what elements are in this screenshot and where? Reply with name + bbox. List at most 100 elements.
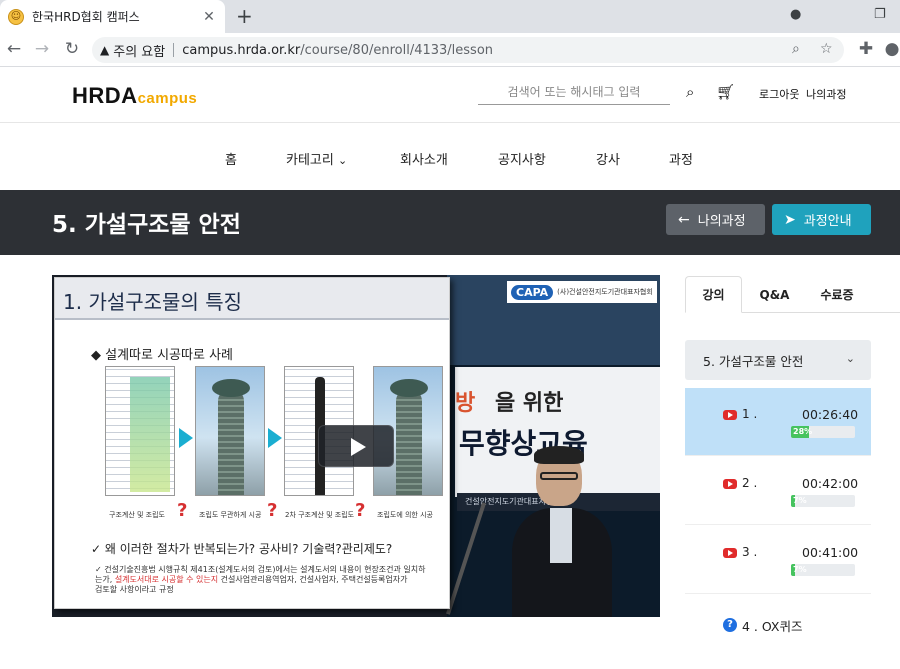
question-mark-icon: ? [177, 500, 188, 521]
lesson-progress-label: 7% [793, 565, 807, 574]
chevron-down-icon: ⌄ [337, 154, 348, 167]
omnibox-divider [173, 43, 175, 57]
browser-tabbar: ☺ 한국HRD협회 캠퍼스 ✕ + ● ❐ [0, 0, 900, 33]
paper-plane-icon: ➤ [784, 211, 796, 228]
lesson-duration: 00:41:00 [802, 545, 859, 560]
my-courses-link[interactable]: 나의과정 [806, 86, 846, 102]
lesson-number: 2 . [742, 476, 758, 490]
main-nav: 홈 카테고리 ⌄ 회사소개 공지사항 강사 과정 [0, 124, 900, 190]
lesson-progress: 28% [791, 426, 855, 438]
caption-1: 구조계산 및 조립도 [109, 511, 165, 519]
profile-dropdown-icon[interactable]: ● [790, 7, 801, 22]
chapter-accordion[interactable]: 5. 가설구조물 안전 ⌄ [685, 340, 871, 380]
tower-top-shape [212, 379, 250, 397]
presenter-shirt [550, 508, 572, 563]
warning-icon[interactable]: ▲ [100, 43, 109, 57]
lesson-duration: 00:42:00 [802, 476, 859, 491]
tower-top-shape [390, 379, 428, 397]
capa-logo: CAPA (사)건설안전지도기관대표자협회 [507, 281, 657, 303]
cart-icon[interactable]: 🛒︎ [716, 83, 735, 101]
presenter [512, 446, 612, 617]
close-icon[interactable]: ✕ [201, 9, 217, 25]
caption-3: 2차 구조계산 및 조립도 [285, 511, 355, 519]
tab-qna[interactable]: Q&A [747, 276, 802, 313]
lesson-item-3[interactable]: 3 . 00:41:00 7% [685, 526, 871, 594]
question-mark-icon: ? [355, 500, 366, 521]
logout-link[interactable]: 로그아웃 [759, 86, 799, 102]
url-host[interactable]: campus.hrda.or.kr [182, 43, 300, 58]
banner-dark-text: 을 위한 [495, 391, 564, 416]
forward-icon[interactable]: → [32, 39, 52, 59]
address-bar: ← → ↻ ▲ 주의 요함 campus.hrda.or.kr /course/… [0, 33, 900, 67]
lesson-progress: 7% [791, 495, 855, 507]
caption-2: 조립도 무관하게 시공 [199, 511, 262, 519]
presenter-hair [534, 446, 584, 464]
nav-category-label: 카테고리 [286, 153, 334, 168]
capa-text: (사)건설안전지도기관대표자협회 [557, 288, 653, 296]
extensions-icon[interactable]: ✚ [856, 39, 876, 59]
nav-category[interactable]: 카테고리 ⌄ [286, 149, 347, 168]
slide-subtitle: ◆ 설계따로 시공따로 사례 [91, 348, 233, 363]
site-header: HRDAcampus ⌕ 🛒︎ 로그아웃 나의과정 [0, 67, 900, 123]
arrow-left-icon: ← [678, 211, 690, 228]
slide-header: 1. 가설구조물의 특징 [55, 278, 449, 320]
lesson-item-1[interactable]: 1 . 00:26:40 28% [685, 388, 871, 456]
tab-certificate[interactable]: 수료증 [805, 276, 869, 313]
new-tab-icon[interactable]: + [236, 5, 253, 27]
restore-window-icon[interactable]: ❐ [874, 7, 886, 22]
bullet-2-post: 건설사업관리용역업자, 건설사업자, 주택건설등록업자가 [218, 575, 408, 584]
favicon-icon: ☺ [8, 8, 24, 25]
tower-shape [396, 389, 422, 495]
arrow-right-icon [179, 428, 193, 448]
course-title: 5. 가설구조물 안전 [52, 212, 241, 238]
url-path[interactable]: /course/80/enroll/4133/lesson [300, 43, 493, 58]
chevron-down-icon: ⌄ [845, 352, 855, 365]
tab-lectures[interactable]: 강의 [685, 276, 742, 313]
my-courses-button-label: 나의과정 [697, 214, 746, 229]
nav-courses[interactable]: 과정 [669, 149, 693, 168]
lesson-item-2[interactable]: 2 . 00:42:00 7% [685, 457, 871, 525]
reload-icon[interactable]: ↻ [62, 39, 82, 59]
course-info-button-label: 과정안내 [803, 214, 852, 229]
quiz-number: 4 . [742, 619, 758, 634]
my-courses-button[interactable]: ← 나의과정 [666, 204, 765, 235]
search-icon[interactable]: ⌕ [686, 83, 694, 101]
nav-home[interactable]: 홈 [225, 149, 237, 168]
video-player[interactable]: 방 을 위한 무향상교육 CAPA (사)건설안전지도기관대표자협회 건설안전지… [52, 275, 660, 617]
nav-instructor[interactable]: 강사 [596, 149, 620, 168]
logo-main: HRDA [72, 83, 138, 108]
bullet-2-pre: 는가, [95, 575, 115, 584]
nav-about[interactable]: 회사소개 [400, 149, 448, 168]
lesson-progress-label: 28% [793, 427, 813, 436]
course-info-button[interactable]: ➤ 과정안내 [772, 204, 871, 235]
course-title-band: 5. 가설구조물 안전 ← 나의과정 ➤ 과정안내 [0, 190, 900, 255]
arrow-right-icon [268, 428, 282, 448]
nav-notice[interactable]: 공지사항 [498, 149, 546, 168]
chapter-title: 5. 가설구조물 안전 [703, 353, 804, 369]
youtube-icon [723, 548, 737, 558]
browser-tab[interactable]: ☺ 한국HRD협회 캠퍼스 ✕ [0, 0, 225, 33]
quiz-item[interactable]: ? 4 . OX퀴즈 [685, 607, 871, 647]
quiz-title: OX퀴즈 [761, 619, 803, 634]
back-icon[interactable]: ← [4, 39, 24, 59]
omnibox[interactable]: ▲ 주의 요함 campus.hrda.or.kr /course/80/enr… [92, 37, 844, 63]
bookmark-star-icon[interactable]: ☆ [820, 41, 833, 57]
lesson-number: 3 . [742, 545, 758, 559]
lesson-progress: 7% [791, 564, 855, 576]
security-label[interactable]: 주의 요함 [113, 41, 165, 60]
tower-shape [218, 389, 244, 495]
caption-4: 조립도에 의한 시공 [377, 511, 433, 519]
site-logo[interactable]: HRDAcampus [72, 83, 197, 109]
zoom-icon[interactable]: ⌕ [792, 41, 800, 57]
account-icon[interactable]: ● [882, 39, 900, 59]
lesson-number: 1 . [742, 407, 758, 421]
play-icon [351, 438, 366, 456]
figure-photo-1 [195, 366, 265, 496]
figure-drawing-1 [105, 366, 175, 496]
search-input[interactable] [478, 81, 670, 103]
lesson-progress-label: 7% [793, 496, 807, 505]
slide-title: 1. 가설구조물의 특징 [63, 290, 242, 314]
play-button[interactable] [318, 425, 394, 467]
slide-bullet-3: 검토할 사항이라고 규정 [95, 585, 174, 594]
search-box [478, 81, 670, 105]
